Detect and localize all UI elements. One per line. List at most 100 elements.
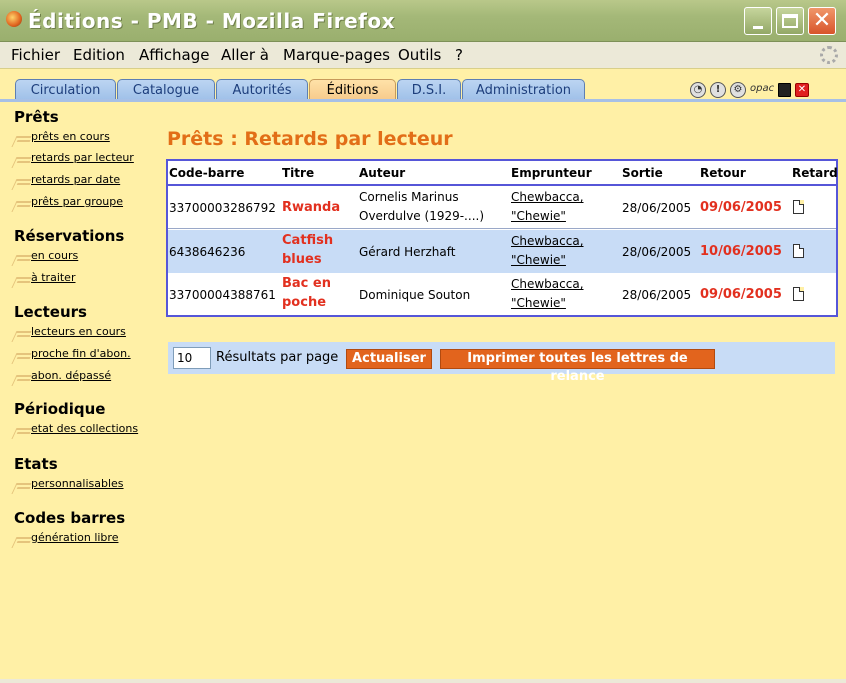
header-retour[interactable]: Retour [700,166,746,180]
section-codes-barres: Codes barres [14,509,126,527]
letter-document-icon[interactable] [793,244,804,258]
link-abon-depasse[interactable]: abon. dépassé [14,369,111,387]
menu-bar: Fichier Edition Affichage Aller à Marque… [0,42,846,68]
book-icon [14,371,29,385]
letter-document-icon[interactable] [793,200,804,214]
menu-outils[interactable]: Outils [398,46,441,64]
page-title: Prêts : Retards par lecteur [167,128,453,150]
title-bar: Éditions - PMB - Mozilla Firefox ✕ [0,0,846,42]
save-icon[interactable] [778,83,791,97]
book-icon [14,533,29,547]
menu-help[interactable]: ? [455,46,463,64]
cell-title-link[interactable]: Rwanda [282,199,340,217]
window-bottom-border [0,679,846,683]
header-sortie[interactable]: Sortie [622,166,663,180]
close-button[interactable]: ✕ [808,7,836,35]
cell-out-date: 28/06/2005 [622,201,692,215]
section-periodique: Périodique [14,400,106,418]
cell-author: Gérard Herzhaft [359,245,456,259]
cell-barcode: 33700003286792 [169,201,276,215]
tab-dsi[interactable]: D.S.I. [397,79,461,101]
link-lecteurs-en-cours[interactable]: lecteurs en cours [14,325,126,343]
book-icon [14,132,29,146]
minimize-button[interactable] [744,7,772,35]
menu-edition[interactable]: Edition [73,46,125,64]
book-icon [14,251,29,265]
table-header: Code-barre Titre Auteur Emprunteur Sorti… [168,161,838,186]
clock-icon[interactable]: ◔ [690,82,706,98]
link-etat-des-collections[interactable]: etat des collections [14,422,138,440]
section-reservations: Réservations [14,227,125,245]
header-retard[interactable]: Retard [792,166,838,180]
book-icon [14,153,29,167]
menu-marque-pages[interactable]: Marque-pages [283,46,390,64]
cell-borrower-link[interactable]: Chewbacca, [511,275,584,293]
cell-title-link-cont[interactable]: blues [282,251,322,269]
minimize-icon [753,25,763,29]
link-prets-par-groupe[interactable]: prêts par groupe [14,195,123,213]
link-generation-libre[interactable]: génération libre [14,531,118,549]
link-prets-en-cours[interactable]: prêts en cours [14,130,110,148]
cell-title-link[interactable]: Catfish [282,232,333,250]
settings-icon[interactable]: ⚙ [730,82,746,98]
menu-fichier[interactable]: Fichier [11,46,60,64]
table-row: 33700003286792 Rwanda Cornelis Marinus O… [168,186,836,229]
section-prets: Prêts [14,108,59,126]
tab-circulation[interactable]: Circulation [15,79,116,101]
link-retards-par-lecteur[interactable]: retards par lecteur [14,151,134,169]
cell-author-cont: Overdulve (1929-....) [359,209,484,223]
results-per-page-label: Résultats par page [216,350,339,365]
tab-administration[interactable]: Administration [462,79,585,101]
module-tab-bar: Circulation Catalogue Autorités Éditions… [0,68,846,103]
book-icon [14,273,29,287]
overdue-table: Code-barre Titre Auteur Emprunteur Sorti… [166,159,838,317]
quit-icon[interactable]: ✕ [795,83,809,97]
book-icon [14,175,29,189]
cell-title-link[interactable]: Bac en [282,275,331,293]
book-icon [14,327,29,341]
table-row: 33700004388761 Bac en poche Dominique So… [168,273,836,316]
link-personnalisables[interactable]: personnalisables [14,477,124,495]
cell-title-link-cont[interactable]: poche [282,294,326,312]
cell-borrower-link-cont[interactable]: "Chewie" [511,294,566,312]
cell-borrower-link[interactable]: Chewbacca, [511,232,584,250]
refresh-button[interactable]: Actualiser [346,349,432,369]
book-icon [14,349,29,363]
cell-borrower-link-cont[interactable]: "Chewie" [511,251,566,269]
book-icon [14,424,29,438]
cell-out-date: 28/06/2005 [622,288,692,302]
link-proche-fin-abon[interactable]: proche fin d'abon. [14,347,131,365]
header-titre[interactable]: Titre [282,166,314,180]
help-icon[interactable]: ! [710,82,726,98]
tab-autorites[interactable]: Autorités [216,79,308,101]
maximize-button[interactable] [776,7,804,35]
menu-affichage[interactable]: Affichage [139,46,209,64]
link-retards-par-date[interactable]: retards par date [14,173,120,191]
cell-borrower-link-cont[interactable]: "Chewie" [511,207,566,225]
pager-bar: 10 Résultats par page Actualiser Imprime… [168,342,835,384]
book-icon [14,197,29,211]
print-all-letters-button[interactable]: Imprimer toutes les lettres de relance [440,349,715,384]
cell-barcode: 33700004388761 [169,288,276,302]
letter-document-icon[interactable] [793,287,804,301]
firefox-icon [6,11,22,27]
cell-author: Dominique Souton [359,288,471,302]
header-emprunteur[interactable]: Emprunteur [511,166,592,180]
cell-author: Cornelis Marinus [359,190,459,204]
cell-borrower-link[interactable]: Chewbacca, [511,188,584,206]
header-code-barre[interactable]: Code-barre [169,166,244,180]
link-reservations-en-cours[interactable]: en cours [14,249,78,267]
tab-editions[interactable]: Éditions [309,79,396,101]
link-reservations-a-traiter[interactable]: à traiter [14,271,75,289]
cell-barcode: 6438646236 [169,245,246,259]
results-per-page-input[interactable]: 10 [173,347,211,369]
cell-due-date: 09/06/2005 [700,200,782,215]
menu-aller-a[interactable]: Aller à [221,46,269,64]
header-auteur[interactable]: Auteur [359,166,405,180]
opac-icon[interactable]: opac [750,82,774,98]
throbber-icon [820,46,838,64]
tab-catalogue[interactable]: Catalogue [117,79,215,101]
close-icon: ✕ [812,8,832,33]
section-etats: Etats [14,455,58,473]
cell-due-date: 10/06/2005 [700,244,782,259]
